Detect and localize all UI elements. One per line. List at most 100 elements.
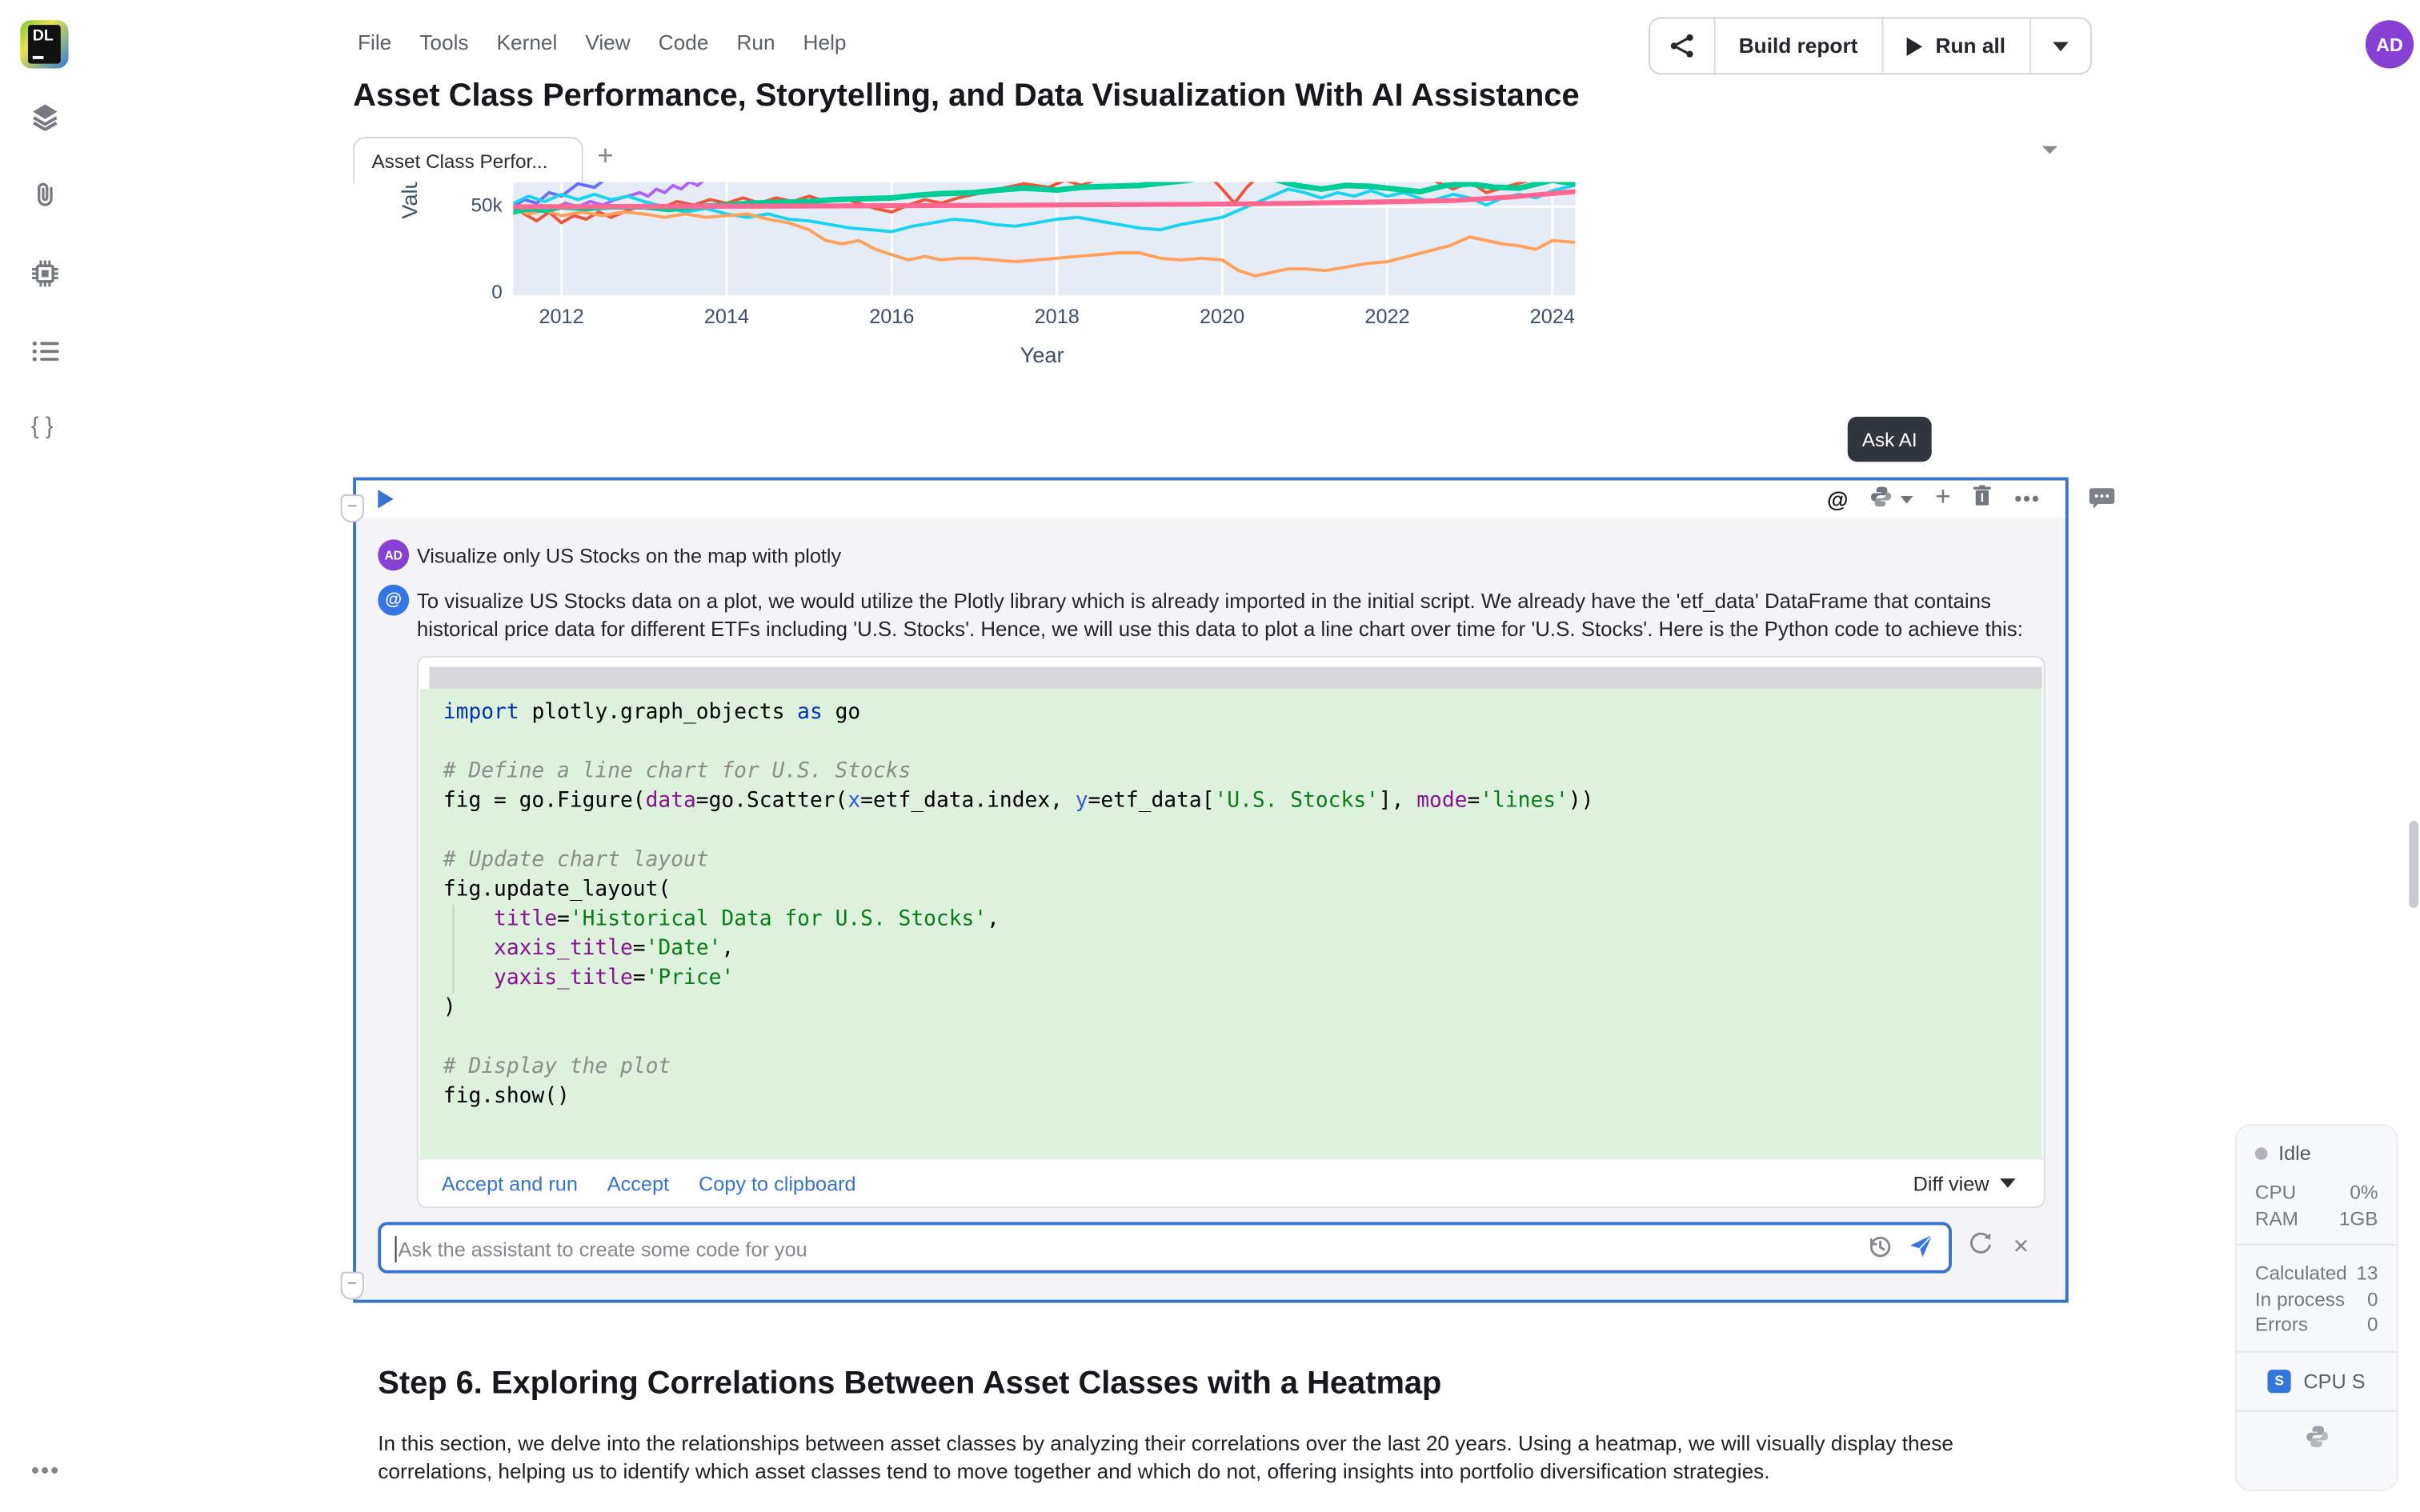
cell-collapse-handle[interactable]: −: [341, 1272, 364, 1300]
tab-label: Asset Class Perfor...: [371, 150, 547, 172]
toolbar-button-group: Build report Run all: [1649, 17, 2091, 74]
share-icon: [1669, 33, 1695, 59]
menubar: File Tools Kernel View Code Run Help: [358, 31, 847, 54]
regenerate-icon[interactable]: [1967, 1230, 1993, 1264]
resource-row: RAM1GB: [2255, 1206, 2378, 1231]
machine-label: CPU S: [2303, 1369, 2365, 1392]
text-caret: [395, 1236, 397, 1262]
ai-assistant-cell[interactable]: @ + ••• − − AD Visualize only US Stocks …: [353, 478, 2069, 1303]
add-tab-button[interactable]: +: [597, 140, 613, 173]
code-line: ): [443, 994, 2029, 1023]
x-axis-label: Year: [996, 342, 1089, 367]
menu-item-file[interactable]: File: [358, 31, 391, 54]
menu-item-code[interactable]: Code: [659, 31, 709, 54]
machine-type[interactable]: S CPU S: [2237, 1352, 2397, 1410]
environment-chip-icon[interactable]: [31, 260, 59, 288]
x-tick-label: 2024: [1518, 305, 1587, 328]
status-dot-icon: [2255, 1146, 2268, 1159]
line-chart: [513, 182, 1575, 295]
ai-prompt-input[interactable]: Ask the assistant to create some code fo…: [378, 1222, 1952, 1274]
attachments-icon[interactable]: [31, 180, 59, 208]
layers-icon[interactable]: [31, 102, 59, 130]
datalore-app: DL { } ••• File Tools Kernel View Code Run Hel…: [0, 0, 2420, 1512]
counter-row: Errors0: [2255, 1312, 2378, 1338]
copy-to-clipboard-button[interactable]: Copy to clipboard: [699, 1171, 856, 1194]
menu-item-help[interactable]: Help: [803, 31, 847, 54]
x-tick-label: 2014: [692, 305, 761, 328]
y-tick-50k: 50k: [443, 194, 503, 216]
variables-braces-icon[interactable]: { }: [31, 414, 59, 442]
add-cell-icon[interactable]: +: [1935, 485, 1950, 510]
code-line: fig = go.Figure(data=go.Scatter(x=etf_da…: [443, 786, 2029, 816]
ai-response-text: To visualize US Stocks data on a plot, w…: [417, 588, 2026, 642]
build-report-button[interactable]: Build report: [1714, 18, 1881, 73]
diff-view-label: Diff view: [1913, 1171, 1989, 1194]
build-report-label: Build report: [1739, 34, 1858, 58]
code-line: [443, 816, 2029, 846]
y-axis-label: Value ($): [397, 182, 422, 269]
share-button[interactable]: [1650, 18, 1714, 73]
code-line: yaxis_title='Price': [443, 964, 2029, 994]
datalore-logo-icon[interactable]: DL: [20, 20, 68, 68]
x-tick-label: 2012: [527, 305, 596, 328]
accept-button[interactable]: Accept: [607, 1171, 669, 1194]
kernel-status: Idle: [2255, 1141, 2378, 1164]
menu-item-view[interactable]: View: [585, 31, 630, 54]
prompt-history-icon[interactable]: [1866, 1233, 1893, 1267]
code-line: # Define a line chart for U.S. Stocks: [443, 757, 2029, 786]
menu-item-tools[interactable]: Tools: [419, 31, 468, 54]
run-all-label: Run all: [1936, 34, 2005, 58]
code-line: title='Historical Data for U.S. Stocks',: [443, 905, 2029, 934]
code-line: # Update chart layout: [443, 846, 2029, 875]
delete-cell-icon[interactable]: [1973, 485, 1993, 513]
collapse-chevron-icon[interactable]: [2042, 146, 2057, 154]
notebook-title: Asset Class Performance, Storytelling, a…: [353, 78, 1579, 115]
cell-header: [356, 481, 2065, 518]
plotly-chart-output: 50k 0 Value ($) 201220142016201820202022…: [353, 182, 2070, 378]
input-placeholder: Ask the assistant to create some code fo…: [399, 1238, 807, 1261]
run-cell-icon[interactable]: [378, 490, 393, 508]
cell-toolbar: @ + •••: [1827, 486, 2041, 511]
x-tick-label: 2018: [1023, 305, 1092, 328]
resource-row: CPU0%: [2255, 1180, 2378, 1206]
ai-assistant-icon[interactable]: @: [1827, 486, 1849, 511]
diff-view-dropdown[interactable]: Diff view: [1913, 1171, 2016, 1194]
cell-more-icon[interactable]: •••: [2014, 486, 2040, 511]
ask-ai-button[interactable]: Ask AI: [1848, 417, 1932, 462]
kernel-status-panel: Idle CPU0%RAM1GB Calculated13In process0…: [2235, 1124, 2398, 1491]
code-line: fig.show(): [443, 1082, 2029, 1112]
left-sidebar: DL { } •••: [0, 0, 89, 1512]
x-tick-label: 2020: [1188, 305, 1256, 328]
datalore-logo-letters: DL: [28, 25, 61, 64]
menu-item-run[interactable]: Run: [736, 31, 775, 54]
run-all-button[interactable]: Run all: [1881, 18, 2029, 73]
menu-item-kernel[interactable]: Kernel: [496, 31, 557, 54]
chevron-down-icon: [2000, 1178, 2015, 1188]
outline-list-icon[interactable]: [31, 338, 59, 366]
scrollbar-thumb[interactable]: [2409, 821, 2418, 908]
diff-context-band: [429, 667, 2041, 689]
send-prompt-icon[interactable]: [1909, 1233, 1935, 1267]
ask-ai-label: Ask AI: [1862, 428, 1917, 450]
suggestion-actions: Accept and run Accept Copy to clipboard …: [419, 1158, 2044, 1206]
python-code[interactable]: import plotly.graph_objects as go # Defi…: [443, 698, 2029, 1112]
code-suggestion-box: import plotly.graph_objects as go # Defi…: [417, 656, 2045, 1208]
close-assistant-icon[interactable]: ✕: [2013, 1234, 2029, 1259]
avatar-initials: AD: [2376, 34, 2403, 55]
tab-asset-class[interactable]: Asset Class Perfor...: [353, 137, 583, 183]
python-kernel-icon[interactable]: [1870, 484, 1893, 514]
chevron-down-icon: [2052, 42, 2067, 51]
more-options-icon[interactable]: •••: [31, 1458, 60, 1485]
machine-badge: S: [2268, 1369, 2291, 1392]
run-options-dropdown[interactable]: [2029, 18, 2089, 73]
user-avatar[interactable]: AD: [2366, 20, 2414, 68]
comment-icon[interactable]: [2089, 486, 2115, 518]
x-axis-ticks: 2012201420162018202020222024: [353, 305, 2070, 330]
user-prompt-text: Visualize only US Stocks on the map with…: [417, 544, 841, 567]
code-line: import plotly.graph_objects as go: [443, 698, 2029, 728]
x-tick-label: 2016: [858, 305, 927, 328]
section-heading: Step 6. Exploring Correlations Between A…: [378, 1365, 1441, 1402]
cell-collapse-handle[interactable]: −: [341, 494, 364, 522]
kernel-chevron-icon[interactable]: [1901, 495, 1914, 503]
accept-and-run-button[interactable]: Accept and run: [442, 1171, 578, 1194]
